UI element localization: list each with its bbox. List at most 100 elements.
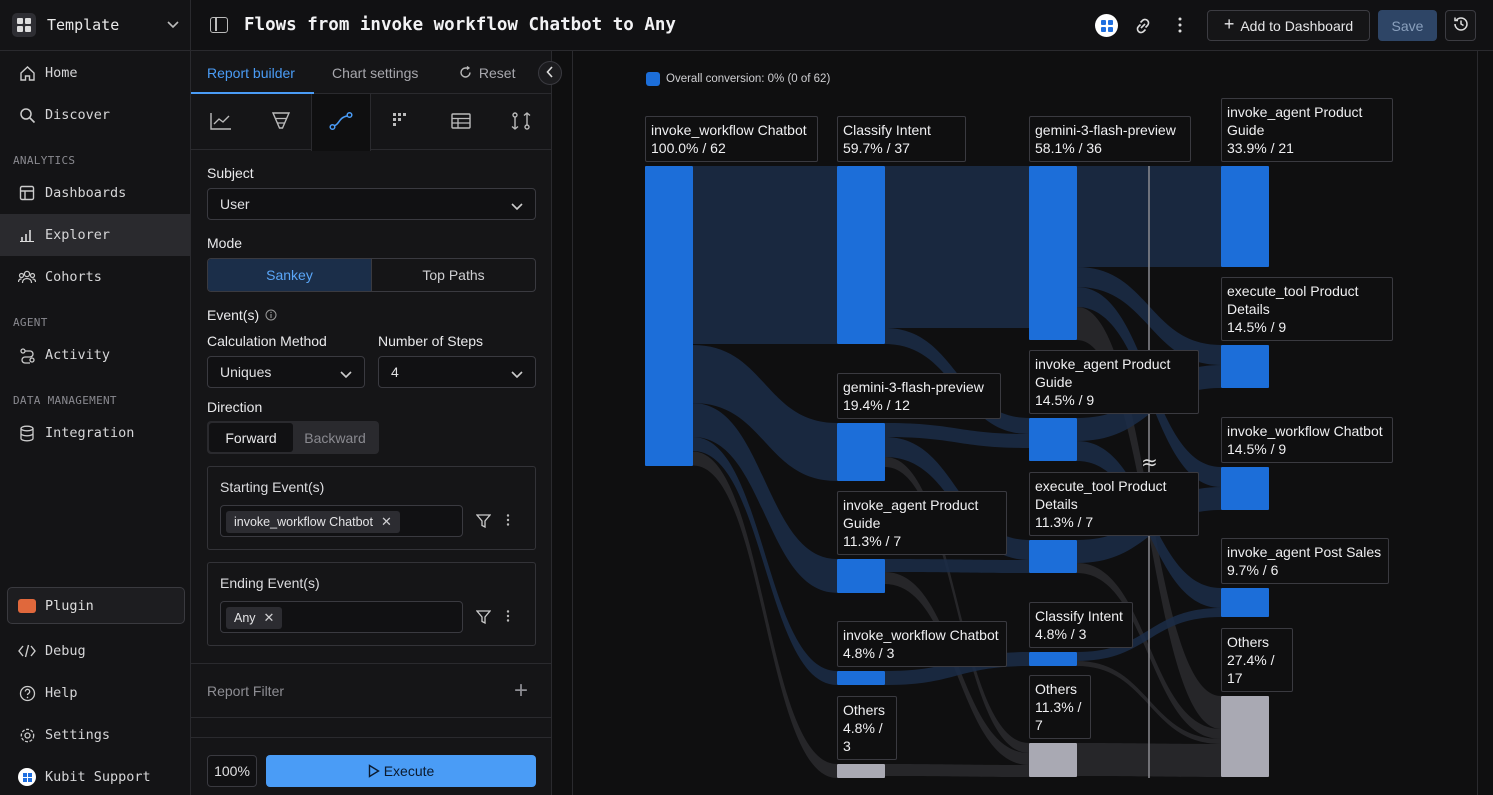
collapse-panel-button[interactable] (538, 61, 562, 85)
sankey-link[interactable] (693, 166, 837, 344)
sankey-node-label: gemini-3-flash-preview 58.1% / 36 (1029, 116, 1191, 162)
node-name: Others (1227, 634, 1270, 650)
sankey-node[interactable] (837, 764, 885, 778)
filter-icon[interactable] (475, 610, 492, 627)
nav-home-label: Home (45, 65, 78, 81)
chart-type-selector (191, 94, 552, 151)
save-button[interactable]: Save (1378, 10, 1437, 41)
chart-type-flow[interactable] (311, 94, 371, 151)
sankey-node[interactable] (837, 423, 885, 481)
add-filter-icon[interactable]: + (514, 677, 528, 705)
info-icon[interactable] (263, 307, 277, 323)
sankey-node[interactable] (837, 671, 885, 685)
direction-backward[interactable]: Backward (293, 423, 377, 452)
nav-integration[interactable]: Integration (0, 412, 190, 454)
sankey-node[interactable] (645, 166, 693, 466)
node-name: invoke_agent Post Sales (1227, 544, 1382, 560)
mode-sankey[interactable]: Sankey (208, 259, 372, 291)
sankey-node[interactable] (1221, 345, 1269, 388)
sankey-node-label: invoke_workflow Chatbot 4.8% / 3 (837, 621, 1007, 667)
starting-events-label: Starting Event(s) (220, 479, 325, 495)
plugin-button[interactable]: Plugin (7, 587, 185, 624)
overall-conversion: Overall conversion: 0% (0 of 62) (646, 72, 830, 86)
calc-method-select[interactable]: Uniques (207, 356, 365, 388)
kubit-logo-icon[interactable] (1095, 14, 1118, 37)
node-stats: 11.3% / 7 (843, 533, 902, 549)
mode-top-paths[interactable]: Top Paths (372, 259, 535, 291)
sankey-node[interactable] (1221, 166, 1269, 267)
sankey-link[interactable] (885, 559, 1029, 573)
direction-label: Direction (207, 399, 263, 415)
nav-dashboards[interactable]: Dashboards (0, 172, 190, 214)
sankey-node[interactable] (1029, 166, 1077, 340)
sankey-link[interactable] (885, 166, 1029, 328)
report-filter-section[interactable]: Report Filter + (191, 663, 552, 718)
sankey-node[interactable] (1029, 418, 1077, 461)
nav-debug[interactable]: Debug (0, 630, 190, 672)
subject-select[interactable]: User (207, 188, 536, 220)
nav-explorer[interactable]: Explorer (0, 214, 190, 256)
builder-tabs: Report builder Chart settings Reset (191, 51, 562, 94)
steps-select[interactable]: 4 (378, 356, 536, 388)
nav-section-data-management: DATA MANAGEMENT (13, 394, 117, 407)
plugin-label: Plugin (45, 597, 94, 614)
subject-label: Subject (207, 165, 254, 181)
more-vertical-icon[interactable] (506, 513, 510, 530)
nav-activity[interactable]: Activity (0, 334, 190, 376)
play-icon (368, 763, 384, 779)
filter-icon[interactable] (475, 514, 492, 531)
node-stats: 33.9% / 21 (1227, 140, 1294, 156)
search-icon (17, 105, 37, 125)
sankey-node[interactable] (1029, 540, 1077, 573)
more-vertical-icon[interactable] (1177, 16, 1183, 37)
ending-events-input[interactable]: Any ✕ (220, 601, 463, 633)
sankey-node[interactable] (1221, 696, 1269, 777)
direction-forward[interactable]: Forward (209, 423, 293, 452)
sankey-node[interactable] (1029, 652, 1077, 666)
nav-kubit-support[interactable]: Kubit Support (0, 756, 190, 795)
chart-type-funnel[interactable] (251, 94, 311, 150)
starting-events-input[interactable]: invoke_workflow Chatbot ✕ (220, 505, 463, 537)
reset-button[interactable]: Reset (459, 65, 515, 81)
sankey-node[interactable] (837, 166, 885, 344)
steps-label: Number of Steps (378, 333, 484, 349)
dashboard-icon (17, 183, 37, 203)
ending-events-label: Ending Event(s) (220, 575, 320, 591)
nav-settings[interactable]: Settings (0, 714, 190, 756)
execute-button[interactable]: Execute (266, 755, 536, 787)
nav-help[interactable]: Help (0, 672, 190, 714)
tab-chart-settings[interactable]: Chart settings (332, 65, 418, 81)
node-stats: 4.8% / 3 (1035, 626, 1087, 642)
nav-home[interactable]: Home (0, 52, 190, 94)
workspace-switcher[interactable]: Template (0, 0, 191, 51)
builder-footer: 100% Execute (191, 737, 552, 795)
code-icon (17, 641, 37, 661)
remove-chip-icon[interactable]: ✕ (264, 610, 275, 626)
zoom-level[interactable]: 100% (207, 755, 257, 787)
sidebar-toggle-icon[interactable] (210, 17, 228, 33)
node-name: gemini-3-flash-preview (1035, 122, 1176, 138)
node-stats: 27.4% / 17 (1227, 652, 1275, 686)
tab-report-builder[interactable]: Report builder (207, 65, 295, 81)
link-icon[interactable] (1132, 15, 1154, 40)
sankey-node[interactable] (1221, 467, 1269, 510)
sankey-node-label: Classify Intent 59.7% / 37 (837, 116, 966, 162)
execute-label: Execute (383, 763, 435, 779)
sankey-node[interactable] (1029, 743, 1077, 777)
history-button[interactable] (1445, 10, 1476, 41)
help-icon (17, 683, 37, 703)
chart-type-path[interactable] (491, 94, 551, 150)
more-vertical-icon[interactable] (506, 609, 510, 626)
chart-type-line[interactable] (191, 94, 251, 150)
add-to-dashboard-button[interactable]: + Add to Dashboard (1207, 10, 1370, 41)
direction-toggle: Forward Backward (207, 421, 379, 454)
nav-integration-label: Integration (45, 425, 135, 441)
remove-chip-icon[interactable]: ✕ (381, 514, 392, 530)
chart-type-table[interactable] (431, 94, 491, 150)
sankey-node[interactable] (1221, 588, 1269, 617)
sankey-link[interactable] (885, 764, 1029, 777)
sankey-node[interactable] (837, 559, 885, 593)
nav-cohorts[interactable]: Cohorts (0, 256, 190, 298)
chart-type-grid[interactable] (371, 94, 431, 150)
nav-discover[interactable]: Discover (0, 94, 190, 136)
